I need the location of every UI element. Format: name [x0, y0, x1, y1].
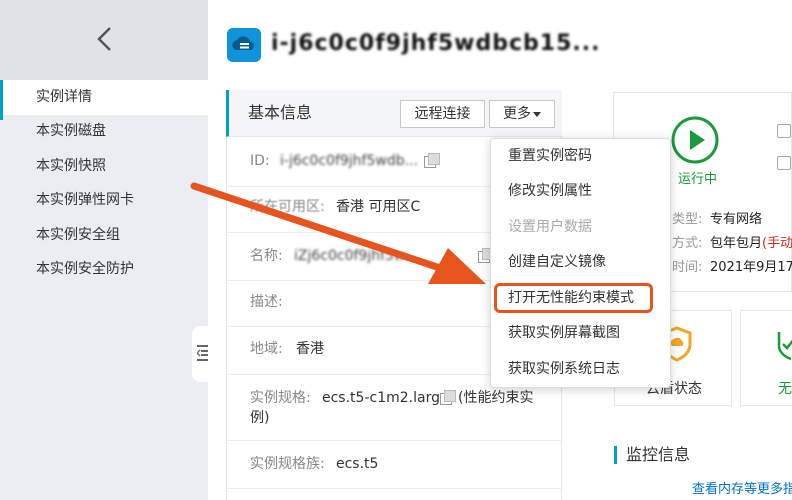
sidebar-active-indicator: [0, 80, 3, 120]
instance-type-note-line1: (性能约束实: [458, 390, 534, 406]
sidebar-item-snapshots[interactable]: 本实例快照: [36, 155, 106, 177]
billing-label: 方式:: [672, 236, 703, 251]
billing-value: 包年包月(手动: [710, 234, 792, 254]
divider: [227, 488, 561, 489]
basic-info-title: 基本信息: [248, 103, 313, 122]
instance-family-value: ecs.t5: [336, 456, 379, 472]
time-label: 时间:: [672, 260, 703, 275]
menu-item-screenshot[interactable]: 获取实例屏幕截图: [508, 322, 620, 344]
monitor-more-link[interactable]: 查看内存等更多指: [692, 480, 792, 500]
shield-check-icon: [777, 332, 792, 361]
instance-family-label: 实例规格族:: [250, 456, 325, 472]
id-value: i-j6c0c0f9jhf5wdb...: [280, 153, 418, 169]
billing-method: 包年包月: [710, 236, 763, 251]
sidebar-item-instance-details[interactable]: 实例详情: [36, 86, 92, 108]
screenshot-icon[interactable]: [777, 156, 791, 170]
sidebar-active-background: [0, 80, 208, 115]
menu-item-create-image[interactable]: 创建自定义镜像: [508, 251, 606, 273]
menu-item-unlimited-mode[interactable]: 打开无性能约束模式: [508, 287, 634, 309]
copy-icon[interactable]: [440, 390, 456, 405]
network-type-label: 类型:: [672, 212, 703, 227]
instance-type-value: ecs.t5-c1m2.large: [322, 390, 449, 406]
network-type-value: 专有网络: [710, 212, 763, 227]
ecs-cloud-icon: [227, 28, 261, 62]
sidebar-item-security-group[interactable]: 本实例安全组: [36, 224, 120, 246]
back-button[interactable]: [0, 0, 208, 80]
status-running: 运行中: [678, 172, 718, 187]
play-circle-icon: [671, 116, 719, 164]
monitor-accent: [614, 446, 617, 464]
sidebar-item-disks[interactable]: 本实例磁盘: [36, 120, 106, 142]
collapse-icon[interactable]: [197, 343, 209, 363]
copy-icon[interactable]: [424, 153, 440, 168]
renewal-mode: (手动: [762, 236, 792, 251]
info-icon[interactable]: [777, 124, 791, 138]
page-title: i-j6c0c0f9jhf5wdbcb15...: [271, 31, 601, 56]
monitor-title: 监控信息: [626, 445, 691, 464]
instance-type-label: 实例规格:: [250, 390, 311, 406]
divider: [227, 440, 561, 441]
time-value: 2021年9月17: [710, 260, 792, 275]
caret-down-icon: [533, 111, 541, 117]
id-label: ID:: [250, 153, 270, 169]
sidebar-item-eni[interactable]: 本实例弹性网卡: [36, 189, 134, 211]
instance-type-note-line2: 例): [250, 410, 270, 426]
menu-item-system-log[interactable]: 获取实例系统日志: [508, 358, 620, 380]
menu-item-user-data[interactable]: 设置用户数据: [508, 216, 592, 238]
remote-connect-button[interactable]: 远程连接: [400, 100, 485, 128]
protection-label: 无: [778, 381, 792, 397]
sidebar-item-security-protection[interactable]: 本实例安全防护: [36, 258, 134, 280]
annotation-arrow-icon: [190, 182, 486, 284]
chevron-left-icon: [97, 27, 111, 51]
more-button[interactable]: 更多: [489, 100, 555, 128]
region-value: 香港: [296, 341, 324, 357]
more-button-label: 更多: [503, 106, 531, 122]
menu-item-modify-attributes[interactable]: 修改实例属性: [508, 180, 592, 202]
region-label: 地域:: [250, 341, 283, 357]
menu-item-reset-password[interactable]: 重置实例密码: [508, 145, 592, 167]
